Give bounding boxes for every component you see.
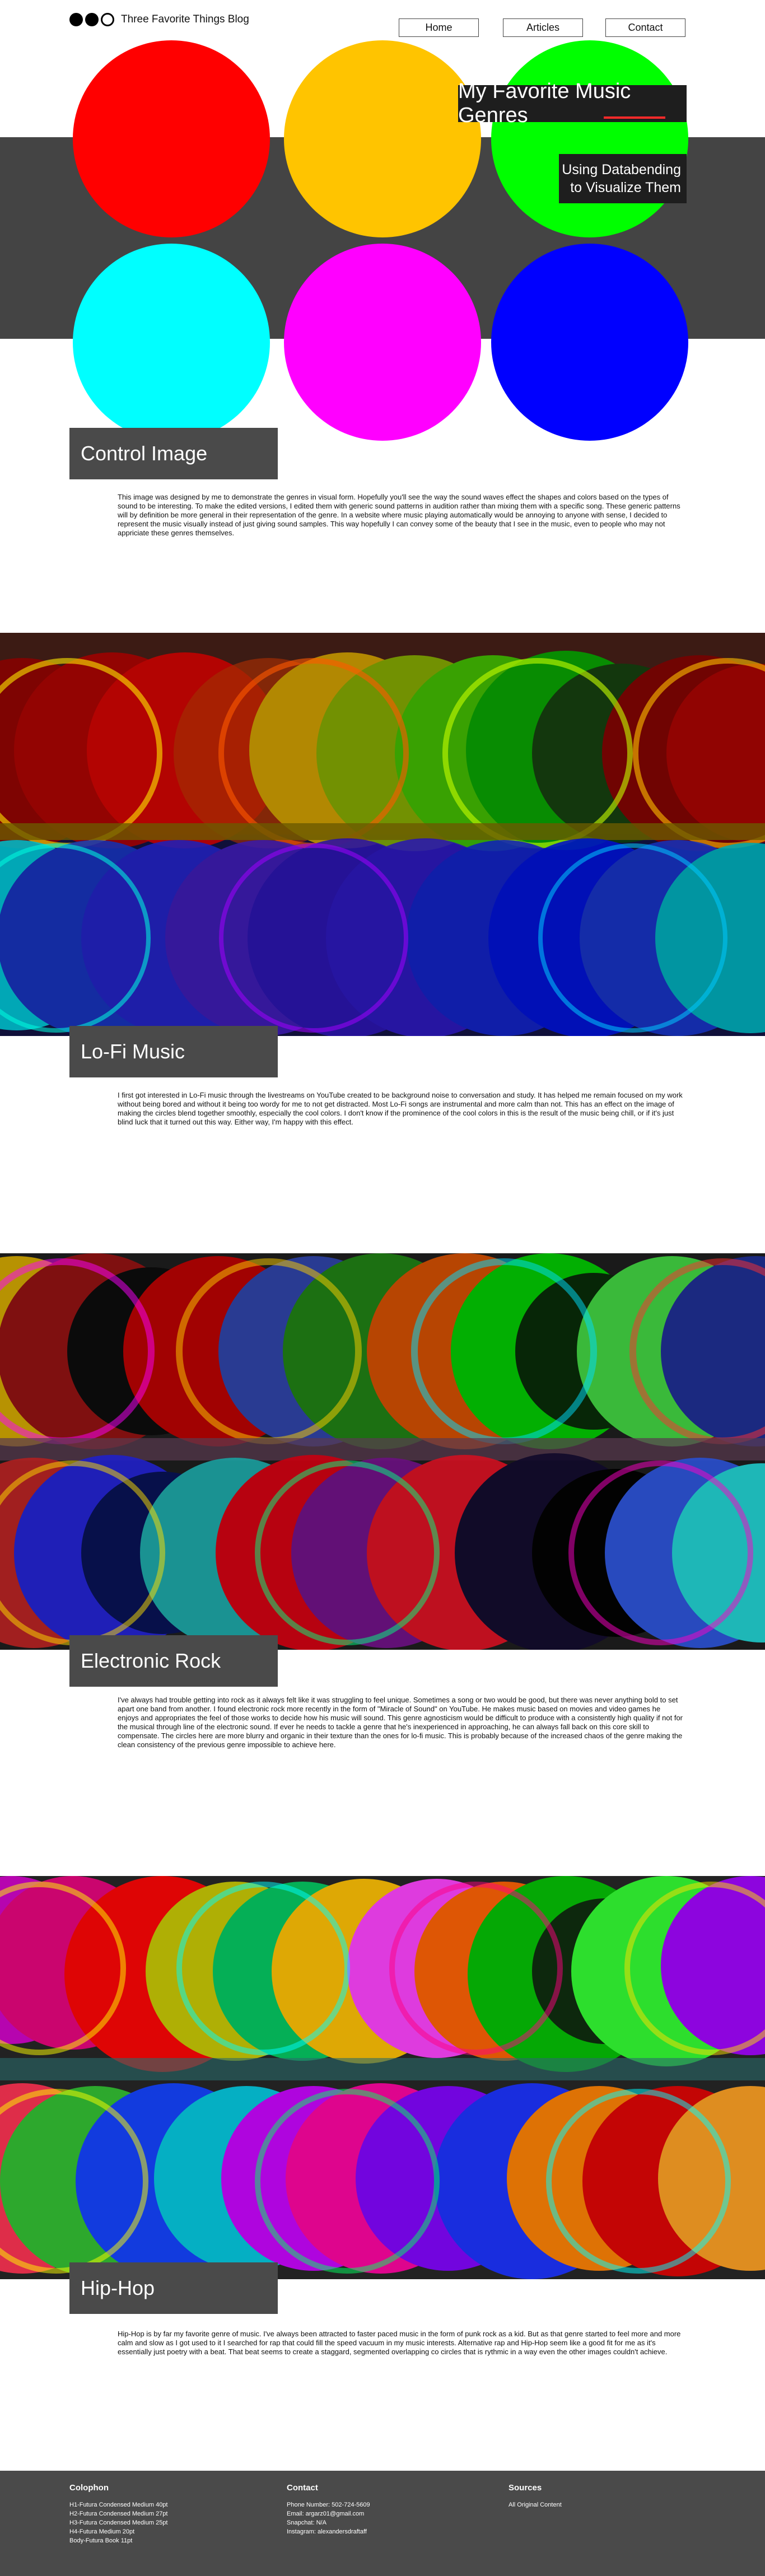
hero-subtitle: Using Databending to Visualize Them <box>559 154 687 203</box>
lofi-image <box>0 633 765 1036</box>
contact-title: Contact <box>287 2483 318 2493</box>
hero-subtitle-line: to Visualize Them <box>570 180 681 195</box>
hero-circle-green <box>491 40 688 237</box>
logo-ring-icon <box>101 13 114 26</box>
colophon-title: Colophon <box>69 2483 109 2493</box>
blog-logo[interactable]: Three Favorite Things Blog <box>69 11 249 28</box>
colophon-block: Colophon H1-Futura Condensed Medium 40pt… <box>69 2483 254 2545</box>
logo-dot-icon <box>69 13 83 26</box>
rock-image <box>0 1253 765 1650</box>
section-label: Control Image <box>69 428 278 479</box>
hiphop-artwork <box>0 1876 765 2279</box>
contact-line: Snapchat: N/A <box>287 2519 326 2526</box>
section-text: Hip-Hop is by far my favorite genre of m… <box>118 2330 681 2356</box>
rock-artwork <box>0 1253 765 1650</box>
contact-list: Phone Number: 502-724-5609 Email: argarz… <box>287 2500 472 2536</box>
sources-title: Sources <box>509 2483 542 2493</box>
section-label: Hip-Hop <box>69 2262 278 2314</box>
nav-home[interactable]: Home <box>399 18 479 37</box>
colophon-line: Body-Futura Book 11pt <box>69 2537 133 2544</box>
nav-contact[interactable]: Contact <box>605 18 685 37</box>
sources-block: Sources All Original Content <box>509 2483 693 2509</box>
title-accent <box>604 116 665 119</box>
hiphop-image <box>0 1876 765 2279</box>
contact-line[interactable]: Instagram: alexandersdraftaff <box>287 2527 472 2536</box>
hero-circle-blue <box>491 244 688 441</box>
site-footer: Colophon H1-Futura Condensed Medium 40pt… <box>0 2471 765 2576</box>
section-label: Lo-Fi Music <box>69 1026 278 1077</box>
hero-circle-magenta <box>284 244 481 441</box>
hero-subtitle-line: Using Databending <box>562 162 681 178</box>
contact-line[interactable]: Email: argarz01@gmail.com <box>287 2509 472 2518</box>
colophon-list: H1-Futura Condensed Medium 40pt H2-Futur… <box>69 2500 254 2545</box>
colophon-line: H2-Futura Condensed Medium 27pt <box>69 2510 168 2517</box>
hero-circle-cyan <box>73 244 270 441</box>
contact-block: Contact Phone Number: 502-724-5609 Email… <box>287 2483 472 2536</box>
nav-articles[interactable]: Articles <box>503 18 583 37</box>
section-text: I've always had trouble getting into roc… <box>118 1696 683 1749</box>
section-label: Electronic Rock <box>69 1635 278 1687</box>
section-text: This image was designed by me to demonst… <box>118 493 680 537</box>
sources-list: All Original Content <box>509 2500 693 2509</box>
colophon-line: H3-Futura Condensed Medium 25pt <box>69 2519 168 2526</box>
contact-line[interactable]: Phone Number: 502-724-5609 <box>287 2500 472 2509</box>
hero-circle-red <box>73 40 270 237</box>
lofi-artwork <box>0 633 765 1036</box>
section-text: I first got interested in Lo-Fi music th… <box>118 1091 683 1126</box>
sources-line: All Original Content <box>509 2502 562 2508</box>
colophon-line: H4-Futura Medium 20pt <box>69 2528 135 2535</box>
blog-name: Three Favorite Things Blog <box>121 13 249 25</box>
hero-circle-yellow <box>284 40 481 237</box>
colophon-line: H1-Futura Condensed Medium 40pt <box>69 2502 168 2508</box>
logo-dot-icon <box>85 13 99 26</box>
